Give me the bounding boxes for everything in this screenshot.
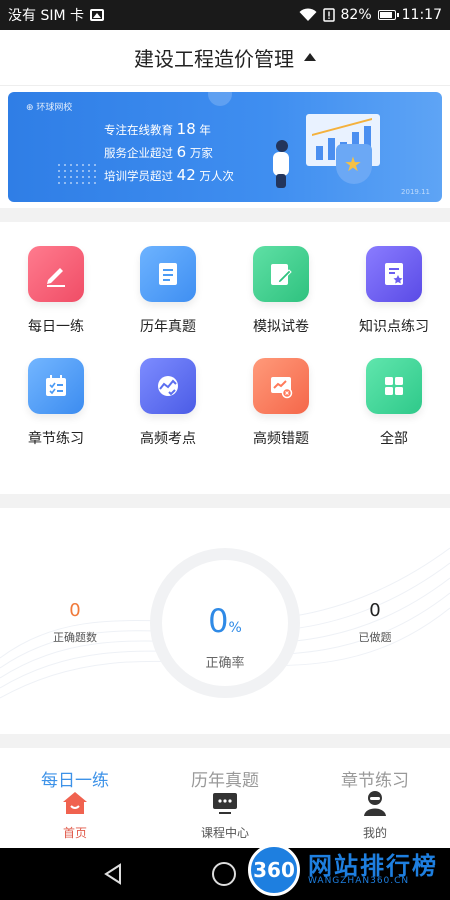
feature-grid: 每日一练 历年真题 模拟试卷 知识点练习 章节练习 高频考点 高频错题 全部 bbox=[0, 222, 450, 494]
grid-item-chapter-practice[interactable]: 章节练习 bbox=[0, 334, 112, 447]
grid-item-mock-exam[interactable]: 模拟试卷 bbox=[225, 222, 337, 335]
watermark-badge: 360 bbox=[248, 844, 300, 896]
chart-check-icon bbox=[140, 358, 196, 414]
main-nav: 首页 课程中心 我的 bbox=[0, 788, 450, 841]
nav-home[interactable]: 首页 bbox=[0, 788, 150, 841]
done-count-stat: 0 已做题 bbox=[330, 600, 420, 645]
subject-selector[interactable]: 建设工程造价管理 bbox=[0, 30, 450, 86]
edit-paper-icon bbox=[253, 246, 309, 302]
pencil-icon bbox=[28, 246, 84, 302]
back-icon[interactable] bbox=[102, 862, 124, 890]
watermark-url: WANGZHAN360.CN bbox=[308, 876, 410, 886]
carrier-text: 没有 SIM 卡 bbox=[8, 8, 84, 24]
watermark-logo: 360 网站排行榜 WANGZHAN360.CN bbox=[244, 838, 450, 900]
correct-count-label: 正确题数 bbox=[53, 631, 97, 644]
clock: 11:17 bbox=[401, 7, 442, 23]
accuracy-value: 0% bbox=[208, 602, 242, 640]
correct-count-value: 0 bbox=[69, 600, 81, 621]
grid-item-daily-practice[interactable]: 每日一练 bbox=[0, 222, 112, 335]
grid-item-frequent-mistakes[interactable]: 高频错题 bbox=[225, 334, 337, 447]
banner-text: 专注在线教育 18 年 服务企业超过 6 万家 培训学员超过 42 万人次 bbox=[104, 120, 234, 184]
banner-date: 2019.11 bbox=[401, 188, 430, 196]
nav-profile[interactable]: 我的 bbox=[300, 788, 450, 841]
battery-percent: 82% bbox=[340, 7, 372, 23]
profile-icon bbox=[360, 788, 390, 818]
person-illustration bbox=[270, 140, 292, 188]
star-document-icon bbox=[366, 246, 422, 302]
document-icon bbox=[140, 246, 196, 302]
wifi-icon bbox=[299, 8, 317, 22]
done-count-label: 已做题 bbox=[358, 631, 392, 644]
grid-item-frequent-topics[interactable]: 高频考点 bbox=[112, 334, 224, 447]
status-bar: 没有 SIM 卡 82% 11:17 bbox=[0, 0, 450, 30]
promo-banner[interactable]: ⊕ 环球网校 专注在线教育 18 年 服务企业超过 6 万家 培训学员超过 42… bbox=[8, 92, 442, 202]
page-title: 建设工程造价管理 bbox=[134, 47, 294, 71]
system-home-icon[interactable] bbox=[212, 862, 236, 886]
checklist-icon bbox=[28, 358, 84, 414]
grid-item-past-exams[interactable]: 历年真题 bbox=[112, 222, 224, 335]
star-icon: ★ bbox=[344, 152, 362, 176]
nav-course-center[interactable]: 课程中心 bbox=[150, 788, 300, 841]
banner-brand: ⊕ 环球网校 bbox=[26, 103, 73, 113]
alert-sim-icon bbox=[322, 8, 335, 22]
grid-item-knowledge-points[interactable]: 知识点练习 bbox=[338, 222, 450, 335]
battery-icon bbox=[377, 10, 399, 20]
bottom-navigation: 每日一练 历年真题 章节练习 首页 课程中心 我的 bbox=[0, 748, 450, 848]
dots-decoration bbox=[56, 162, 96, 188]
home-icon bbox=[60, 788, 90, 818]
course-icon bbox=[210, 788, 240, 818]
accuracy-label: 正确率 bbox=[205, 656, 245, 671]
correct-count-stat: 0 正确题数 bbox=[30, 600, 120, 645]
accuracy-ring: 0% 正确率 bbox=[150, 548, 300, 698]
caret-up-icon bbox=[304, 52, 316, 61]
grid-icon bbox=[366, 358, 422, 414]
chart-error-icon bbox=[253, 358, 309, 414]
done-count-value: 0 bbox=[369, 600, 381, 621]
grid-item-all[interactable]: 全部 bbox=[338, 334, 450, 447]
image-notification-icon bbox=[90, 9, 104, 21]
stats-panel: 0 正确题数 0% 正确率 0 已做题 bbox=[0, 508, 450, 734]
